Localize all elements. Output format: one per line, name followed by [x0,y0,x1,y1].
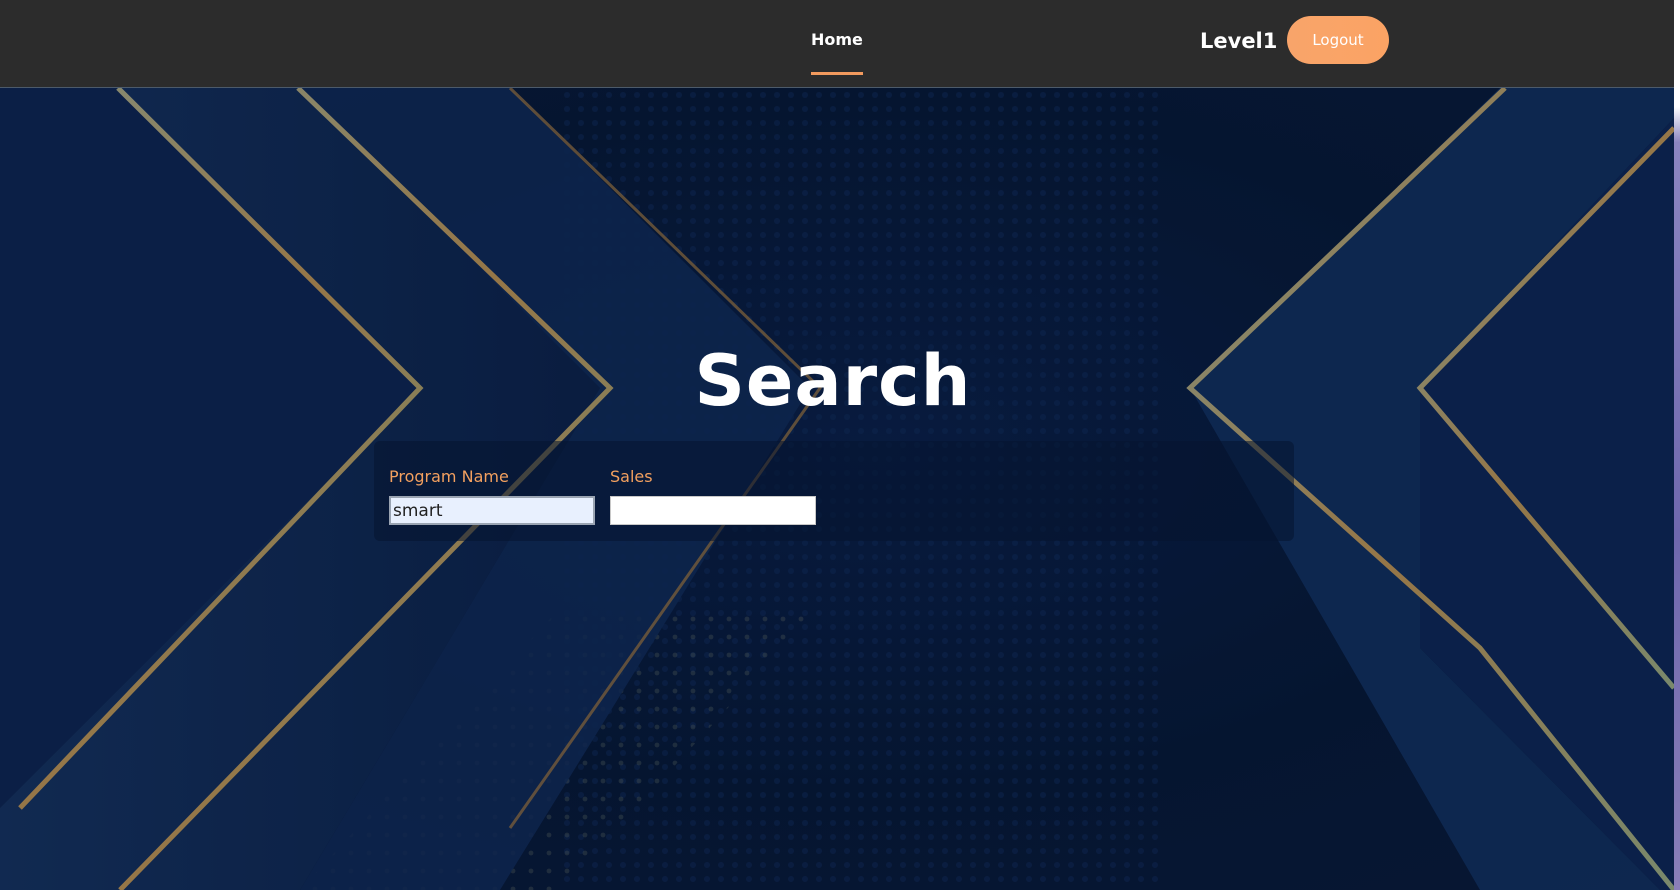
search-form-panel: Program Name Sales [374,441,1294,541]
user-name: Level1 [1200,29,1278,53]
program-name-label: Program Name [389,467,509,486]
logout-button[interactable]: Logout [1287,16,1389,64]
program-name-input[interactable] [389,496,595,525]
search-title: Search [694,340,972,422]
window-edge-scrollbar[interactable] [1674,0,1680,890]
nav-home-link[interactable]: Home [811,28,863,75]
top-navbar: Home Level1 Logout [0,0,1674,88]
sales-label: Sales [610,467,653,486]
sales-input[interactable] [610,496,816,525]
page: Home Level1 Logout Search Program Name s… [0,0,1680,890]
